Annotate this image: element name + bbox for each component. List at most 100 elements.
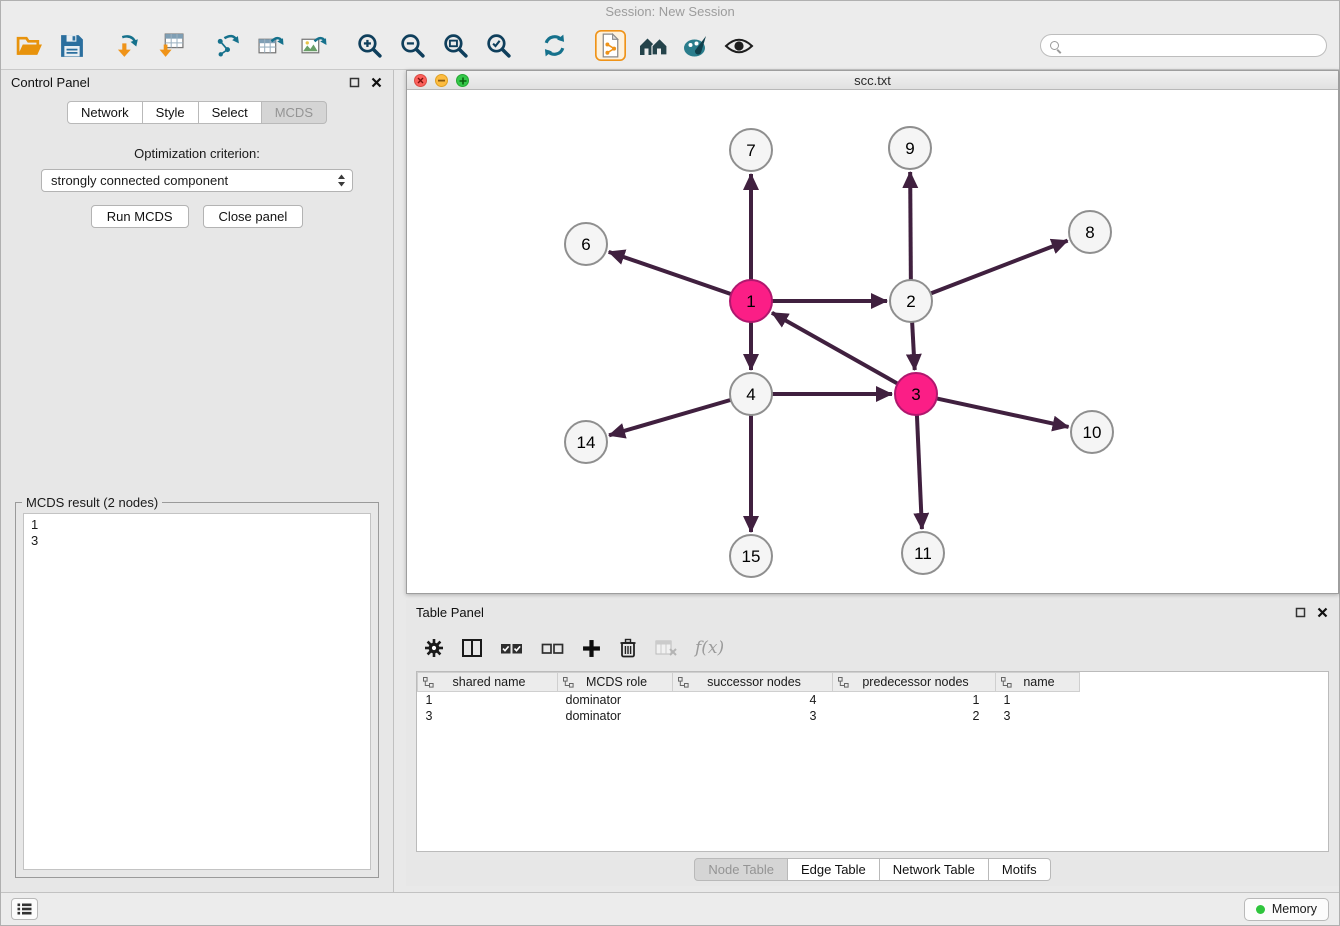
search-box[interactable]: [1040, 34, 1327, 57]
graph-node-14[interactable]: 14: [565, 421, 607, 463]
show-panels-button[interactable]: [11, 898, 38, 920]
table-cell[interactable]: 1: [833, 692, 996, 708]
svg-text:15: 15: [742, 547, 761, 566]
add-column-icon[interactable]: [582, 639, 601, 658]
window-title: Session: New Session: [605, 4, 734, 19]
column-tree-icon: [1001, 677, 1012, 688]
edge-2-9[interactable]: [910, 172, 911, 280]
column-header-predecessor-nodes[interactable]: predecessor nodes: [833, 673, 996, 692]
edge-2-8[interactable]: [931, 241, 1068, 294]
column-tree-icon: [423, 677, 434, 688]
table-cell[interactable]: 4: [673, 692, 833, 708]
refresh-layout-icon[interactable]: [538, 30, 570, 62]
main-area: Control Panel NetworkStyleSelectMCDS Opt…: [1, 70, 1339, 892]
tab-style[interactable]: Style: [143, 101, 199, 124]
column-header-shared-name[interactable]: shared name: [418, 673, 558, 692]
graph-node-9[interactable]: 9: [889, 127, 931, 169]
close-table-panel-icon[interactable]: [1316, 606, 1329, 619]
svg-text:6: 6: [581, 235, 590, 254]
tab-edge-table[interactable]: Edge Table: [788, 858, 880, 881]
graph-node-7[interactable]: 7: [730, 129, 772, 171]
zoom-out-icon[interactable]: [396, 30, 428, 62]
column-header-successor-nodes[interactable]: successor nodes: [673, 673, 833, 692]
open-session-icon[interactable]: [13, 30, 45, 62]
graph-node-2[interactable]: 2: [890, 280, 932, 322]
search-icon: [1050, 41, 1059, 50]
export-network-icon[interactable]: [211, 30, 243, 62]
table-cell[interactable]: 1: [996, 692, 1080, 708]
zoom-selected-icon[interactable]: [482, 30, 514, 62]
select-all-icon[interactable]: [500, 641, 523, 656]
table-panel-header: Table Panel: [406, 600, 1339, 625]
search-input[interactable]: [1065, 39, 1317, 53]
tab-mcds[interactable]: MCDS: [262, 101, 327, 124]
control-panel: Control Panel NetworkStyleSelectMCDS Opt…: [1, 70, 394, 892]
svg-text:10: 10: [1083, 423, 1102, 442]
table-cell[interactable]: 3: [418, 708, 558, 724]
column-header-mcds-role[interactable]: MCDS role: [558, 673, 673, 692]
list-icon: [17, 903, 32, 915]
tab-motifs[interactable]: Motifs: [989, 858, 1051, 881]
gear-icon[interactable]: [424, 638, 444, 658]
column-label: predecessor nodes: [853, 675, 990, 689]
table-cell[interactable]: 1: [418, 692, 558, 708]
edge-4-14[interactable]: [609, 400, 731, 435]
table-cell[interactable]: dominator: [558, 692, 673, 708]
home-icon[interactable]: [637, 30, 669, 62]
close-mcds-panel-button[interactable]: Close panel: [203, 205, 304, 228]
graph-node-15[interactable]: 15: [730, 535, 772, 577]
window-minimize-icon[interactable]: [435, 74, 448, 87]
tab-network-table[interactable]: Network Table: [880, 858, 989, 881]
deselect-all-icon[interactable]: [541, 641, 564, 656]
style-brush-icon[interactable]: [680, 30, 712, 62]
graph-node-6[interactable]: 6: [565, 223, 607, 265]
zoom-fit-icon[interactable]: [439, 30, 471, 62]
graph-node-3[interactable]: 3: [895, 373, 937, 415]
svg-text:9: 9: [905, 139, 914, 158]
edge-3-1[interactable]: [772, 313, 898, 384]
graph-node-1[interactable]: 1: [730, 280, 772, 322]
zoom-in-icon[interactable]: [353, 30, 385, 62]
table-row[interactable]: 3dominator323: [418, 708, 1080, 724]
window-zoom-icon[interactable]: [456, 74, 469, 87]
table-row[interactable]: 1dominator411: [418, 692, 1080, 708]
import-table-icon[interactable]: [155, 30, 187, 62]
svg-text:8: 8: [1085, 223, 1094, 242]
save-session-icon[interactable]: [56, 30, 88, 62]
edge-2-3[interactable]: [912, 322, 915, 370]
table-cell[interactable]: 2: [833, 708, 996, 724]
graph-node-4[interactable]: 4: [730, 373, 772, 415]
graph-node-11[interactable]: 11: [902, 532, 944, 574]
eye-icon[interactable]: [723, 30, 755, 62]
selected-criterion: strongly connected component: [51, 173, 228, 188]
import-network-icon[interactable]: [112, 30, 144, 62]
share-document-icon[interactable]: [594, 30, 626, 62]
network-canvas[interactable]: 7 9 6 8 1 2 4 3 14 10 15 11: [407, 90, 1338, 593]
delete-column-icon[interactable]: [619, 638, 637, 658]
float-table-panel-icon[interactable]: [1294, 606, 1307, 619]
tab-network[interactable]: Network: [67, 101, 143, 124]
memory-button[interactable]: Memory: [1244, 898, 1329, 921]
column-header-name[interactable]: name: [996, 673, 1080, 692]
export-table-icon[interactable]: [254, 30, 286, 62]
edge-1-6[interactable]: [609, 252, 731, 294]
optimization-criterion-select[interactable]: strongly connected component: [41, 169, 353, 192]
tab-select[interactable]: Select: [199, 101, 262, 124]
edge-3-10[interactable]: [937, 398, 1069, 427]
float-panel-icon[interactable]: [348, 76, 361, 89]
window-close-icon[interactable]: [414, 74, 427, 87]
column-tree-icon: [563, 677, 574, 688]
run-mcds-button[interactable]: Run MCDS: [91, 205, 189, 228]
table-cell[interactable]: dominator: [558, 708, 673, 724]
export-image-icon[interactable]: [297, 30, 329, 62]
split-columns-icon[interactable]: [462, 639, 482, 657]
graph-node-10[interactable]: 10: [1071, 411, 1113, 453]
close-panel-icon[interactable]: [370, 76, 383, 89]
svg-text:4: 4: [746, 385, 755, 404]
tab-node-table[interactable]: Node Table: [694, 858, 788, 881]
table-cell[interactable]: 3: [673, 708, 833, 724]
graph-node-8[interactable]: 8: [1069, 211, 1111, 253]
edge-3-11[interactable]: [917, 415, 922, 529]
table-cell[interactable]: 3: [996, 708, 1080, 724]
control-panel-title: Control Panel: [11, 75, 90, 90]
